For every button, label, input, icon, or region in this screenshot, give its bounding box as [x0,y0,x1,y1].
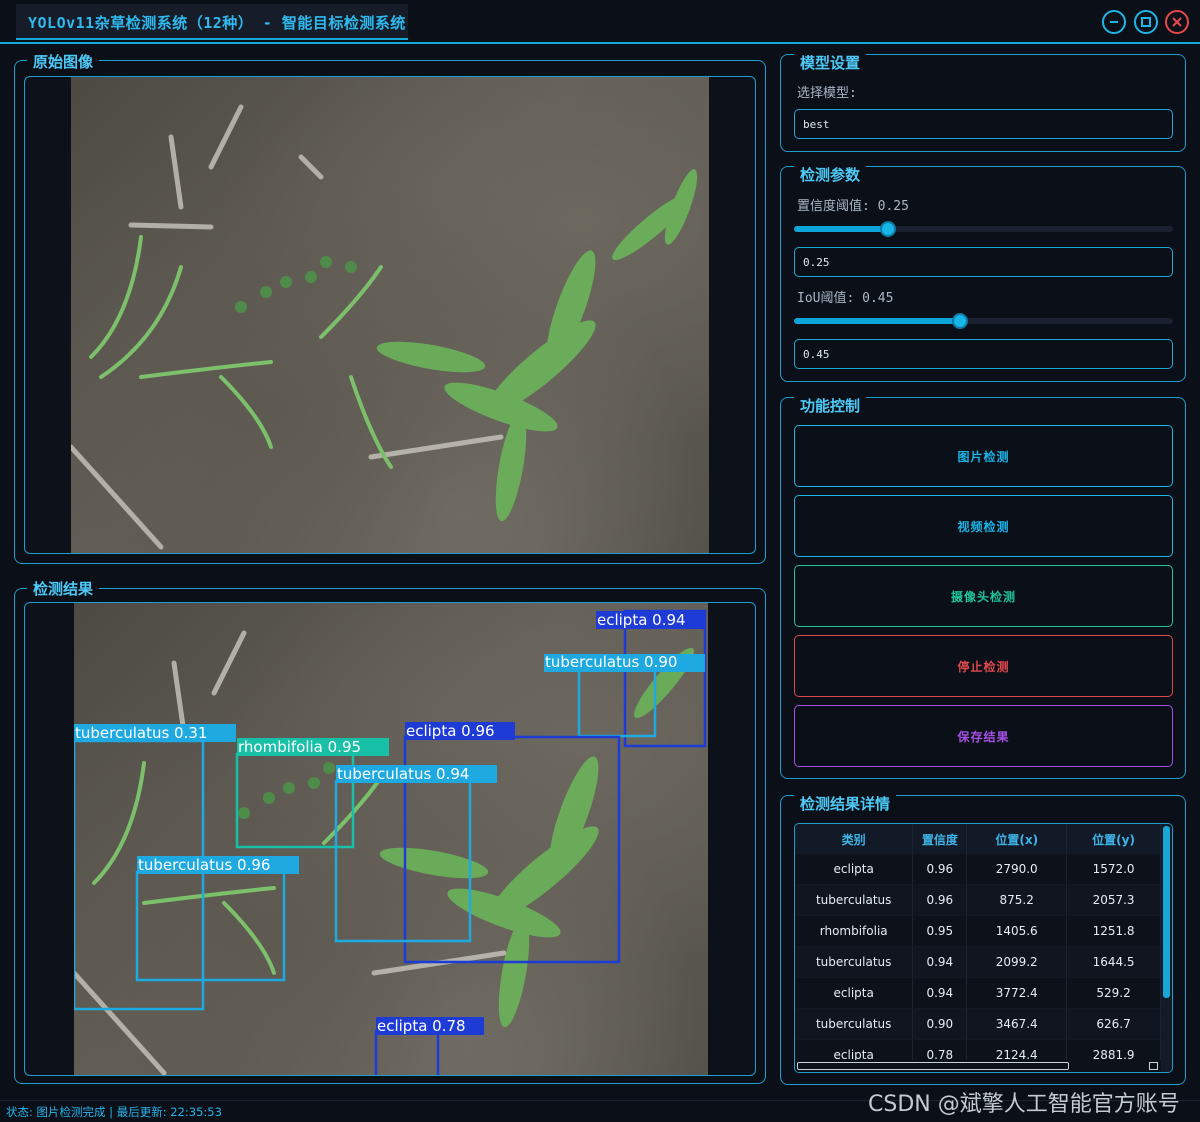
column-header-class[interactable]: 类别 [795,824,914,854]
table-cell: 626.7 [1066,1008,1161,1040]
select-model-label: 选择模型: [797,86,857,101]
confidence-threshold-label: 置信度阈值: 0.25 [797,199,909,214]
table-cell: tuberculatus [795,884,914,916]
details-table-frame: 类别 置信度 位置(x) 位置(y) eclipta 0.96 2790.0 1572… [794,823,1173,1073]
maximize-icon [1141,17,1151,27]
camera-detect-button[interactable]: 摄像头检测 [794,565,1173,627]
window-title: YOLOv11杂草检测系统（12种） - 智能目标检测系统 [28,14,406,32]
details-table: 类别 置信度 位置(x) 位置(y) eclipta 0.96 2790.0 1572… [795,824,1161,1071]
horizontal-scrollbar-thumb[interactable] [797,1062,1069,1070]
original-image-title: 原始图像 [27,51,100,72]
iou-slider[interactable] [794,318,1173,324]
close-button[interactable] [1165,10,1189,34]
minimize-button[interactable] [1102,10,1126,34]
table-header-row: 类别 置信度 位置(x) 位置(y) [795,824,1161,854]
table-row[interactable]: tuberculatus 0.94 2099.2 1644.5 [795,946,1161,978]
table-cell: 875.2 [966,884,1068,916]
table-row[interactable]: tuberculatus 0.96 875.2 2057.3 [795,884,1161,916]
detection-label: eclipta 0.96 [406,722,495,740]
table-cell: 0.95 [912,915,968,947]
result-image-title: 检测结果 [27,578,100,599]
result-image: eclipta 0.94 tuberculatus 0.90 tubercula… [74,603,708,1075]
table-cell: 2057.3 [1066,884,1161,916]
detection-label: eclipta 0.94 [597,611,686,629]
detection-label: tuberculatus 0.90 [545,653,677,671]
confidence-slider-handle[interactable] [880,221,896,237]
detection-label: tuberculatus 0.94 [337,765,469,783]
table-row[interactable]: eclipta 0.94 3772.4 529.2 [795,977,1161,1009]
stop-detect-button[interactable]: 停止检测 [794,635,1173,697]
table-cell: 1251.8 [1066,915,1161,947]
table-cell: 3467.4 [966,1008,1068,1040]
image-detect-button[interactable]: 图片检测 [794,425,1173,487]
table-cell: 0.94 [912,977,968,1009]
detection-label: tuberculatus 0.96 [138,856,270,874]
video-detect-button[interactable]: 视频检测 [794,495,1173,557]
column-header-confidence[interactable]: 置信度 [912,824,968,854]
table-cell: rhombifolia [795,915,914,947]
table-row[interactable]: rhombifolia 0.95 1405.6 1251.8 [795,915,1161,947]
detection-label: rhombifolia 0.95 [238,738,361,756]
detection-label: eclipta 0.78 [377,1017,466,1035]
weed-photo-detections: eclipta 0.94 tuberculatus 0.90 tubercula… [74,609,707,1075]
vertical-scrollbar-thumb[interactable] [1163,826,1170,998]
iou-slider-handle[interactable] [952,313,969,329]
table-cell: 1405.6 [966,915,1068,947]
table-cell: 0.96 [912,884,968,916]
detection-box: eclipta 0.94 [596,609,707,748]
model-select[interactable]: best [794,109,1173,139]
detection-params-title: 检测参数 [794,164,867,185]
vertical-scrollbar[interactable] [1161,824,1172,1072]
maximize-button[interactable] [1134,10,1158,34]
column-header-y[interactable]: 位置(y) [1066,824,1161,854]
table-cell: tuberculatus [795,946,914,978]
table-cell: 529.2 [1066,977,1161,1009]
table-cell: 2790.0 [966,854,1068,885]
table-cell: 2099.2 [966,946,1068,978]
original-image [71,77,709,553]
table-cell: eclipta [795,977,914,1009]
details-title: 检测结果详情 [794,793,897,814]
close-icon [1172,17,1182,27]
table-cell: 0.94 [912,946,968,978]
table-cell: 3772.4 [966,977,1068,1009]
detection-label: tuberculatus 0.31 [75,724,207,742]
iou-threshold-label: IoU阈值: 0.45 [797,291,894,306]
weed-photo-original [71,104,698,550]
confidence-slider-fill [794,226,888,232]
column-header-x[interactable]: 位置(x) [966,824,1068,854]
table-cell: eclipta [795,854,914,885]
table-cell: 0.90 [912,1008,968,1040]
confidence-input[interactable]: 0.25 [794,247,1173,277]
table-cell: 0.96 [912,854,968,885]
iou-input[interactable]: 0.45 [794,339,1173,369]
detection-box: eclipta 0.78 [374,1017,484,1075]
watermark: CSDN @斌擎人工智能官方账号 [868,1092,1180,1117]
detection-box: rhombifolia 0.95 [235,738,389,849]
table-cell: 1572.0 [1066,854,1161,885]
scroll-corner [1149,1062,1158,1070]
table-cell: tuberculatus [795,1008,914,1040]
table-cell: 1644.5 [1066,946,1161,978]
table-row[interactable]: tuberculatus 0.90 3467.4 626.7 [795,1008,1161,1040]
horizontal-scrollbar[interactable] [795,1060,1161,1072]
model-settings-title: 模型设置 [794,52,867,73]
save-results-button[interactable]: 保存结果 [794,705,1173,767]
detection-box: tuberculatus 0.96 [135,856,299,982]
result-image-frame: eclipta 0.94 tuberculatus 0.90 tubercula… [24,602,756,1076]
original-image-frame [24,76,756,554]
table-row[interactable]: eclipta 0.96 2790.0 1572.0 [795,854,1161,885]
minimize-icon [1110,21,1118,23]
controls-title: 功能控制 [794,395,867,416]
iou-slider-fill [794,318,961,324]
confidence-slider[interactable] [794,226,1173,232]
